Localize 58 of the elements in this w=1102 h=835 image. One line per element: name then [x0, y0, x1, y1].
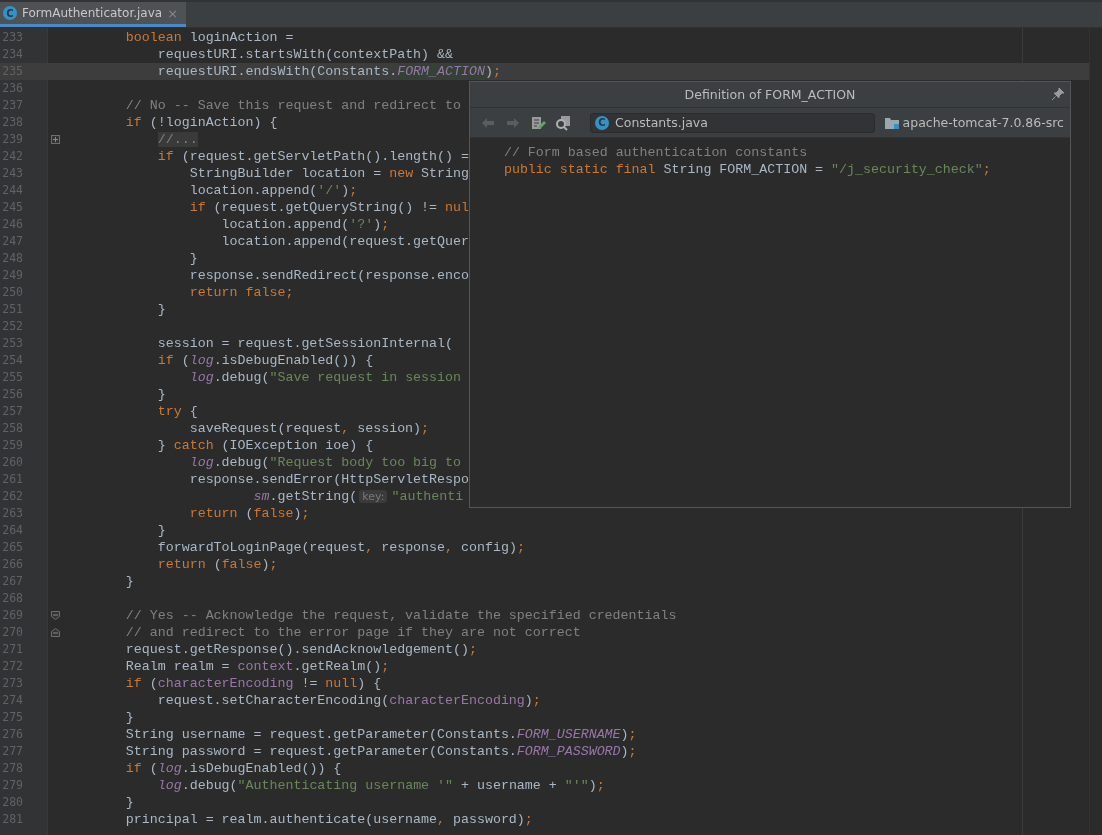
- code-line: } catch (IOException ioe) {: [157, 438, 374, 453]
- code-line: // Form based authentication constants: [503, 145, 808, 160]
- code-line: location.append('/');: [189, 183, 358, 198]
- code-line: if (characterEncoding != null) {: [125, 676, 382, 691]
- code-line: log.debug("Authenticating username '" + username + "'");: [157, 778, 605, 793]
- code-line: // No -- Save this request and redirect to: [125, 98, 461, 113]
- collapse-fold-icon[interactable]: [51, 611, 60, 620]
- code-line: requestURI.startsWith(contextPath) &&: [157, 47, 453, 62]
- code-line: sm.getString( key: "authenti: [253, 489, 464, 504]
- code-line: public static final String FORM_ACTION = "/j_security_check";: [503, 162, 991, 177]
- code-line: if (log.isDebugEnabled()) {: [125, 761, 342, 776]
- code-line: saveRequest(request, session);: [189, 421, 430, 436]
- code-line: forwardToLoginPage(request, response, config);: [157, 540, 525, 555]
- code-line: log.debug("Request body too big to: [189, 455, 461, 470]
- file-tab[interactable]: C FormAuthenticator.java ×: [0, 2, 187, 27]
- code-line: request.getResponse().sendAcknowledgement();: [125, 642, 477, 657]
- code-line: }: [157, 523, 166, 538]
- code-line: }: [157, 302, 166, 317]
- code-line: principal = realm.authenticate(username, password);: [125, 812, 533, 827]
- expand-fold-icon[interactable]: [51, 135, 60, 144]
- find-usages-icon[interactable]: [555, 114, 571, 131]
- code-line: if (request.getQueryString() != nul: [189, 200, 469, 215]
- code-line: Realm realm = context.getRealm();: [125, 659, 390, 674]
- class-icon: C: [3, 6, 17, 20]
- code-line: location.append(request.getQuer: [221, 234, 469, 249]
- code-line: request.setCharacterEncoding(characterEncoding);: [157, 693, 541, 708]
- code-line: requestURI.endsWith(Constants.FORM_ACTION);: [157, 64, 501, 79]
- code-line: session = request.getSessionInternal(: [157, 336, 453, 351]
- code-line: return false;: [189, 285, 294, 300]
- code-line: response.sendRedirect(response.enco: [189, 268, 469, 283]
- file-field[interactable]: C Constants.java: [590, 112, 875, 133]
- pin-icon[interactable]: [1051, 87, 1065, 101]
- code-line: StringBuilder location = new String: [189, 166, 469, 181]
- class-icon: C: [595, 115, 609, 130]
- code-line: }: [125, 710, 134, 725]
- code-line: if (request.getServletPath().length() =: [157, 149, 469, 164]
- code-line: }: [125, 574, 134, 589]
- code-line: if (log.isDebugEnabled()) {: [157, 353, 374, 368]
- code-line: return (false);: [157, 557, 278, 572]
- project-name: apache-tomcat-7.0.86-src: [902, 115, 1064, 130]
- popup-title: Definition of FORM_ACTION: [684, 87, 856, 102]
- code-line: log.debug("Save request in session: [189, 370, 461, 385]
- code-line: String password = request.getParameter(Constants.FORM_PASSWORD);: [125, 744, 637, 759]
- code-line: }: [125, 795, 134, 810]
- code-line: try {: [157, 404, 198, 419]
- edit-source-icon[interactable]: [530, 114, 546, 131]
- code-line: location.append('?');: [221, 217, 390, 232]
- code-line: String username = request.getParameter(Constants.FORM_USERNAME);: [125, 727, 637, 742]
- code-line: // and redirect to the error page if they are not correct: [125, 625, 581, 640]
- code-line: }: [189, 251, 198, 266]
- code-line: boolean loginAction =: [125, 30, 294, 45]
- folder-icon: [883, 115, 900, 130]
- code-line: if (!loginAction) {: [125, 115, 278, 130]
- collapse-fold-icon[interactable]: [51, 628, 60, 637]
- code-line: return (false);: [189, 506, 310, 521]
- code-line: }: [157, 387, 166, 402]
- code-line: response.sendError(HttpServletRespo: [189, 472, 469, 487]
- code-line: // Yes -- Acknowledge the request, validate the specified credentials: [125, 608, 677, 623]
